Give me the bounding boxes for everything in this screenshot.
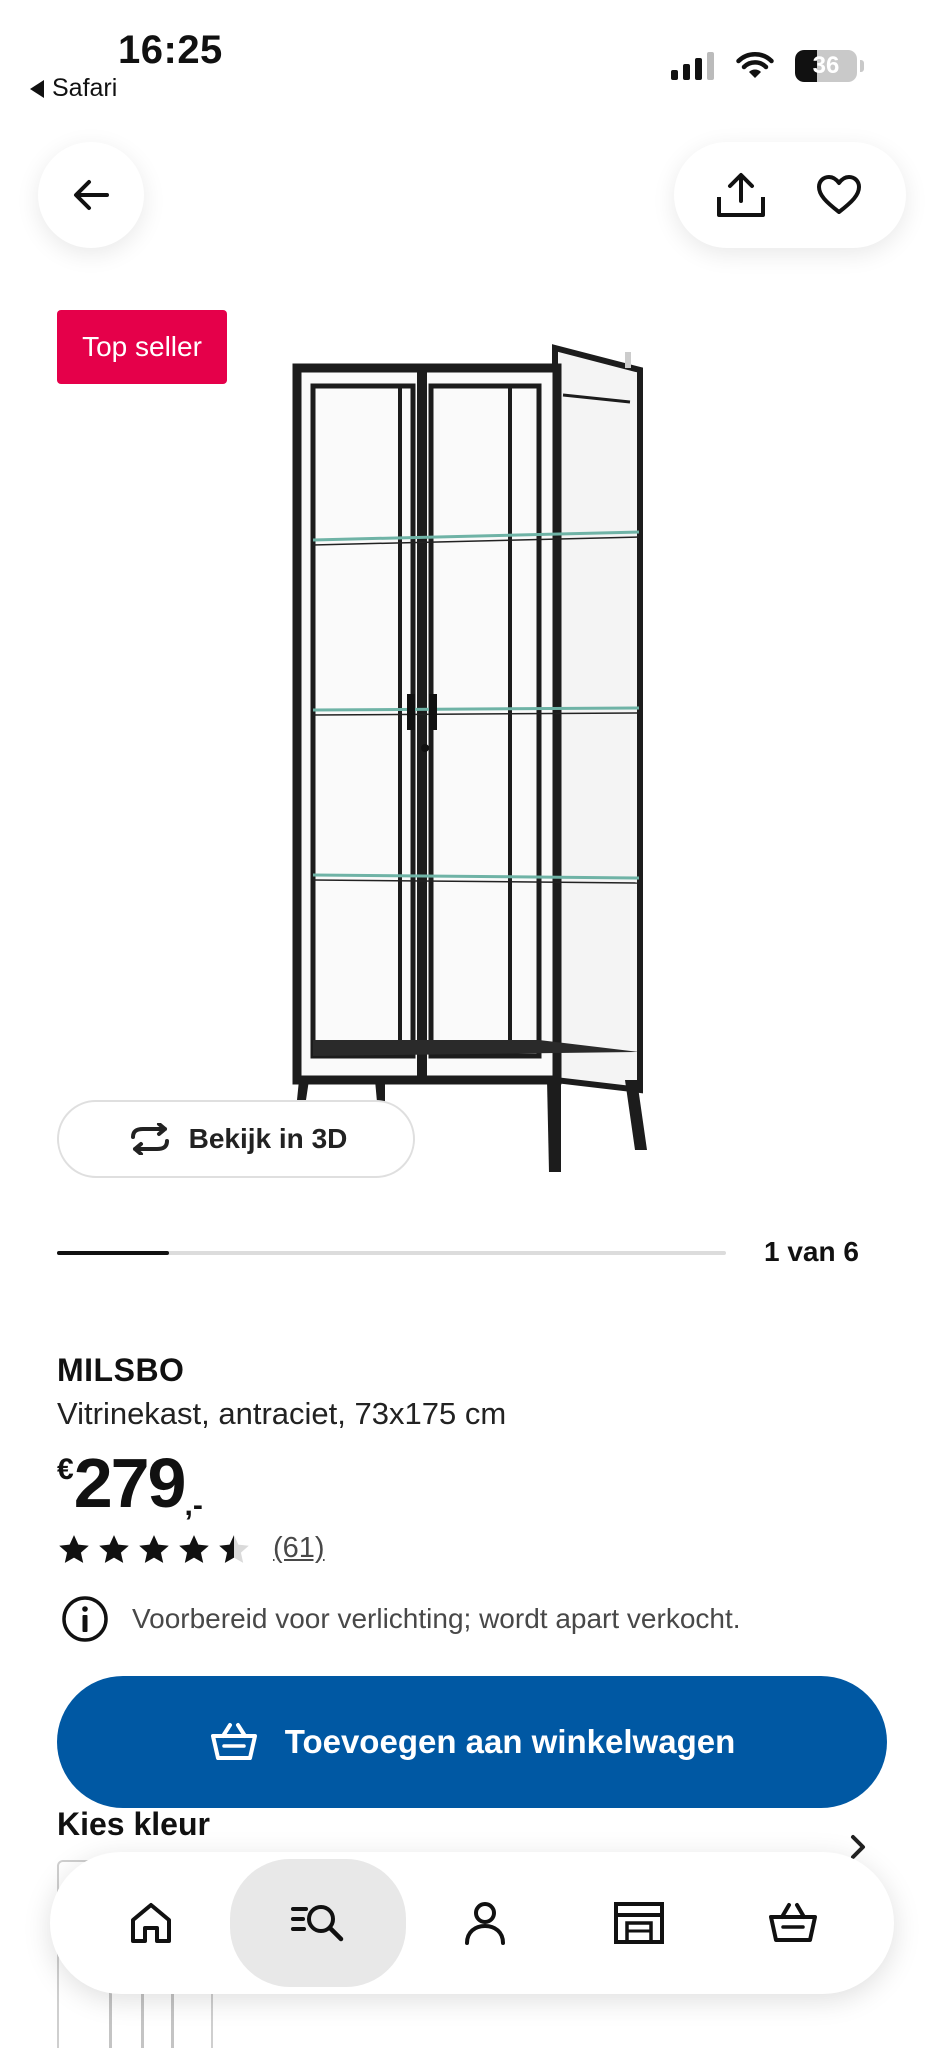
- arrow-left-icon: [74, 180, 109, 210]
- tab-search[interactable]: [230, 1859, 406, 1987]
- home-icon: [131, 1903, 171, 1943]
- star-icon: [59, 1534, 89, 1563]
- tab-store[interactable]: [564, 1863, 714, 1983]
- back-button[interactable]: [38, 142, 144, 248]
- status-indicators: 36: [671, 50, 864, 82]
- store-icon: [614, 1902, 664, 1944]
- price-amount: 279: [73, 1444, 187, 1522]
- tab-cart[interactable]: [718, 1863, 868, 1983]
- gallery-progress-bar: [57, 1251, 726, 1255]
- back-to-app-link[interactable]: Safari: [30, 74, 117, 103]
- rating-stars: [57, 1533, 251, 1565]
- bottom-tab-bar: [50, 1852, 894, 1994]
- star-icon: [139, 1534, 169, 1563]
- price-currency: €: [57, 1453, 74, 1486]
- lighting-info: Voorbereid voor verlichting; wordt apart…: [60, 1594, 741, 1644]
- gallery-position-label: 1 van 6: [764, 1236, 859, 1267]
- view-in-3d-label: Bekijk in 3D: [188, 1123, 348, 1154]
- rotate-icon: [130, 1123, 169, 1155]
- rating-count-link[interactable]: (61): [273, 1532, 325, 1565]
- back-triangle-icon: [30, 79, 44, 98]
- back-app-label: Safari: [52, 74, 118, 102]
- choose-color-title: Kies kleur: [57, 1806, 210, 1842]
- heart-icon: [817, 175, 861, 214]
- price-decimals: ,-: [184, 1489, 203, 1522]
- battery-level: 36: [812, 52, 840, 79]
- star-icon: [179, 1534, 209, 1563]
- basket-icon: [210, 1723, 257, 1760]
- share-button[interactable]: [701, 155, 781, 235]
- cart-icon: [769, 1903, 817, 1942]
- product-name: MILSBO: [57, 1352, 185, 1388]
- share-icon: [717, 173, 765, 217]
- search-icon: [291, 1905, 344, 1942]
- battery-tip: [860, 60, 864, 72]
- top-seller-badge: Top seller: [57, 310, 227, 384]
- favorite-button[interactable]: [799, 155, 879, 235]
- lighting-info-text: Voorbereid voor verlichting; wordt apart…: [132, 1603, 741, 1634]
- profile-icon: [465, 1902, 505, 1945]
- product-image[interactable]: [285, 340, 675, 1180]
- product-price: € 279 ,-: [57, 1443, 203, 1523]
- view-in-3d-button[interactable]: Bekijk in 3D: [57, 1100, 415, 1178]
- battery-icon: 36: [795, 50, 857, 82]
- signal-icon: [671, 52, 714, 80]
- gallery-progress-fill: [57, 1251, 169, 1255]
- product-description: Vitrinekast, antraciet, 73x175 cm: [57, 1396, 507, 1431]
- add-to-cart-button[interactable]: Toevoegen aan winkelwagen: [57, 1676, 887, 1808]
- status-time: 16:25: [118, 28, 223, 72]
- header-actions: [674, 142, 906, 248]
- info-icon: [62, 1596, 108, 1642]
- star-icon: [219, 1534, 249, 1563]
- tab-home[interactable]: [76, 1863, 226, 1983]
- add-to-cart-label: Toevoegen aan winkelwagen: [284, 1723, 736, 1760]
- tab-profile[interactable]: [410, 1863, 560, 1983]
- star-icon: [99, 1534, 129, 1563]
- product-rating[interactable]: (61): [57, 1532, 325, 1565]
- wifi-icon: [736, 51, 774, 78]
